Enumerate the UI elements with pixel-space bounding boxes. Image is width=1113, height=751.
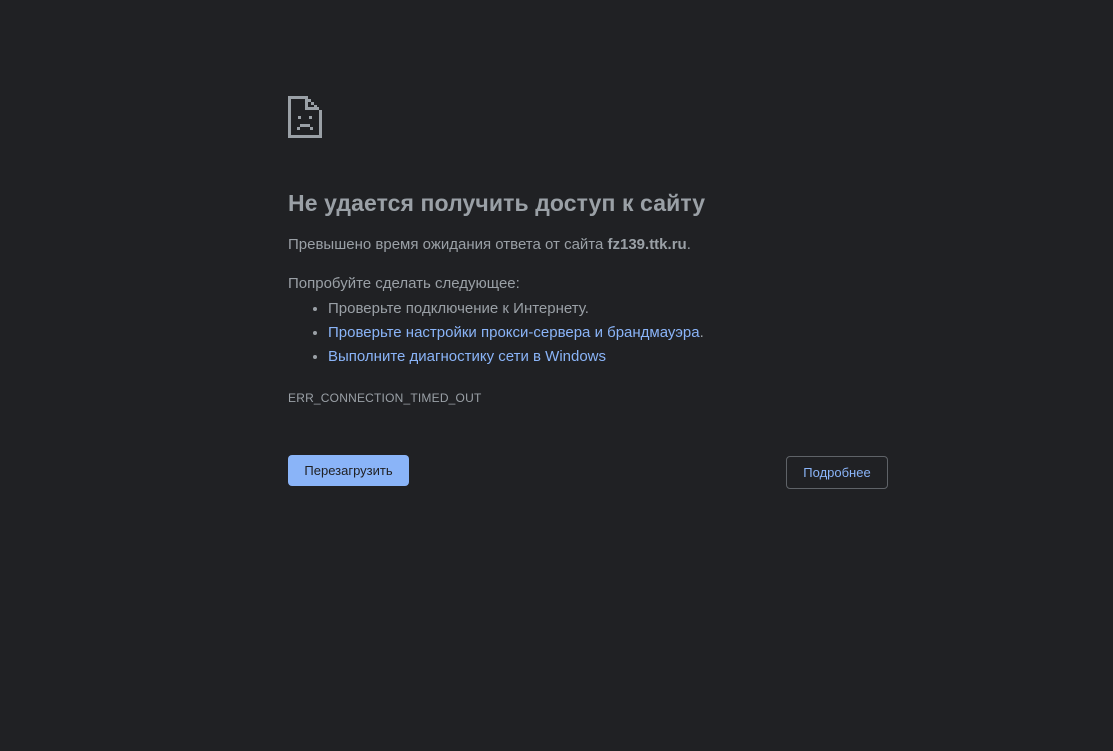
error-code: ERR_CONNECTION_TIMED_OUT [288,391,482,405]
network-diagnostics-link[interactable]: Выполните диагностику сети в Windows [328,348,606,365]
suggestion-network-diagnostics: Выполните диагностику сети в Windows [328,345,888,369]
suggestion-suffix: . [699,324,704,341]
suggestions-list: Проверьте подключение к Интернету. Прове… [288,297,888,369]
error-content: Не удается получить доступ к сайту Превы… [288,96,888,406]
button-row: Перезагрузить Подробнее [288,455,888,489]
host-name: fz139.ttk.ru [607,236,687,253]
reload-button[interactable]: Перезагрузить [288,455,409,486]
suggestions-intro: Попробуйте сделать следующее: [288,275,520,292]
suggestion-check-connection: Проверьте подключение к Интернету. [328,297,888,321]
error-description-suffix: . [686,236,691,253]
error-description-prefix: Превышено время ожидания ответа от сайта [288,236,608,253]
proxy-settings-link[interactable]: Проверьте настройки прокси-сервера и бра… [328,324,700,341]
error-description: Превышено время ожидания ответа от сайта… [288,235,888,255]
page-title: Не удается получить доступ к сайту [288,190,706,216]
suggestion-text: Проверьте подключение к Интернету. [328,300,589,317]
suggestion-check-proxy: Проверьте настройки прокси-сервера и бра… [328,321,888,345]
details-button[interactable]: Подробнее [786,456,888,489]
sad-document-icon [288,96,322,138]
